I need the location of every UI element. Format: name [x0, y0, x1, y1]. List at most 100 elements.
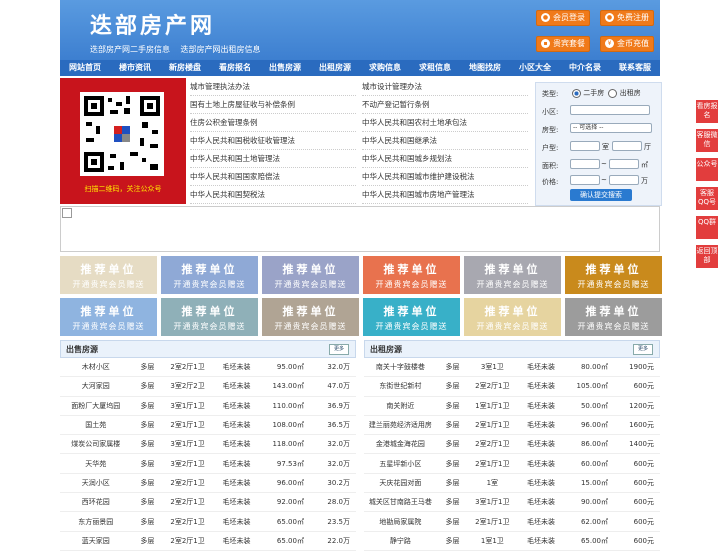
community-input[interactable]: [570, 105, 650, 115]
law-link[interactable]: 中华人民共和国国家赔偿法: [190, 168, 356, 186]
listing-name-link[interactable]: 天润小区: [60, 473, 132, 494]
promo-tile[interactable]: 推荐单位 开通贵宾会员赠送: [565, 298, 662, 336]
law-link[interactable]: 城市管理执法办法: [190, 78, 356, 96]
promo-tile[interactable]: 推荐单位 开通贵宾会员赠送: [161, 298, 258, 336]
table-row[interactable]: 面粉厂大厦坞园 多层 3室1厅1卫 毛坯未装 110.00㎡ 36.9万: [60, 396, 356, 416]
promo-tile[interactable]: 推荐单位 开通贵宾会员赠送: [363, 256, 460, 294]
vip-package-button[interactable]: ▪ 贵宾套餐: [536, 36, 590, 52]
table-row[interactable]: 天庆花园对面 多层 1室 毛坯未装 15.00㎡ 600元: [364, 473, 660, 494]
listing-name-link[interactable]: 天华苑: [60, 453, 132, 474]
register-button[interactable]: ● 免费注册: [600, 10, 654, 26]
law-link[interactable]: 中华人民共和国土地管理法: [190, 150, 356, 168]
law-link[interactable]: 住房公积金管理条例: [190, 114, 356, 132]
member-login-button[interactable]: ● 会员登录: [536, 10, 590, 26]
nav-item[interactable]: 新房楼盘: [160, 60, 210, 76]
table-row[interactable]: 南关十字鼓楼巷 多层 3室1卫 毛坯未装 80.00㎡ 1900元: [364, 358, 660, 378]
table-row[interactable]: 南关附近 多层 1室1厅1卫 毛坯未装 50.00㎡ 1200元: [364, 396, 660, 416]
law-link[interactable]: 中华人民共和国继承法: [362, 132, 528, 150]
coin-recharge-button[interactable]: ¥ 金币充值: [600, 36, 654, 52]
table-row[interactable]: 城关区甘南路王马巷 多层 3室1厅1卫 毛坯未装 90.00㎡ 600元: [364, 492, 660, 513]
table-row[interactable]: 木材小区 多层 2室2厅1卫 毛坯未装 95.00㎡ 32.0万: [60, 358, 356, 378]
table-row[interactable]: 五星坪新小区 多层 2室1厅1卫 毛坯未装 60.00㎡ 600元: [364, 453, 660, 474]
table-row[interactable]: 建兰丽苑经济适用房 多层 2室1厅1卫 毛坯未装 96.00㎡ 1600元: [364, 415, 660, 436]
promo-tile[interactable]: 推荐单位 开通贵宾会员赠送: [464, 256, 561, 294]
nav-item[interactable]: 看房报名: [210, 60, 260, 76]
promo-tile[interactable]: 推荐单位 开通贵宾会员赠送: [464, 298, 561, 336]
listing-name-link[interactable]: 金港城金海花园: [364, 434, 437, 455]
search-submit-button[interactable]: 确认提交搜索: [570, 189, 632, 201]
table-row[interactable]: 东街世纪新村 多层 2室2厅1卫 毛坯未装 105.00㎡ 600元: [364, 376, 660, 397]
nav-item[interactable]: 楼市资讯: [110, 60, 160, 76]
listing-name-link[interactable]: 大河家园: [60, 376, 132, 397]
promo-tile[interactable]: 推荐单位 开通贵宾会员赠送: [565, 256, 662, 294]
law-link[interactable]: 不动产登记暂行条例: [362, 96, 528, 114]
law-link[interactable]: 国有土地上房屋征收与补偿条例: [190, 96, 356, 114]
promo-tile[interactable]: 推荐单位 开通贵宾会员赠送: [262, 256, 359, 294]
listing-name-link[interactable]: 西环花园: [60, 492, 132, 513]
listing-name-link[interactable]: 国土苑: [60, 415, 132, 436]
law-link[interactable]: 中华人民共和国城市维护建设税法: [362, 168, 528, 186]
housetype-select[interactable]: -- 可选择 --: [570, 123, 652, 133]
table-row[interactable]: 国土苑 多层 2室1厅1卫 毛坯未装 108.00㎡ 36.5万: [60, 415, 356, 436]
listing-name-link[interactable]: 五星坪新小区: [364, 453, 437, 474]
law-link[interactable]: 中华人民共和国契税法: [190, 186, 356, 204]
nav-item[interactable]: 小区大全: [510, 60, 560, 76]
table-row[interactable]: 煤炭公司家属楼 多层 3室1厅1卫 毛坯未装 118.00㎡ 32.0万: [60, 434, 356, 455]
table-row[interactable]: 东方丽景园 多层 2室2厅1卫 毛坯未装 65.00㎡ 23.5万: [60, 511, 356, 532]
site-logo[interactable]: 迭部房产网: [90, 8, 215, 40]
tagline-rent-link[interactable]: 迭部房产网出租房信息: [181, 45, 261, 54]
promo-tile[interactable]: 推荐单位 开通贵宾会员赠送: [60, 298, 157, 336]
listing-name-link[interactable]: 木材小区: [60, 358, 132, 378]
promo-tile[interactable]: 推荐单位 开通贵宾会员赠送: [161, 256, 258, 294]
law-link[interactable]: 中华人民共和国城乡规划法: [362, 150, 528, 168]
banner-image-broken[interactable]: [60, 206, 660, 252]
listing-name-link[interactable]: 东方丽景园: [60, 511, 132, 532]
promo-tile[interactable]: 推荐单位 开通贵宾会员赠送: [262, 298, 359, 336]
side-qq-button[interactable]: 客服QQ号: [696, 187, 718, 210]
price-min-input[interactable]: [570, 175, 600, 185]
law-link[interactable]: 中华人民共和国城市房地产管理法: [362, 186, 528, 204]
side-qq-group-button[interactable]: QQ群: [696, 216, 718, 239]
listing-name-link[interactable]: 静宁路: [364, 531, 437, 551]
nav-item[interactable]: 网站首页: [60, 60, 110, 76]
nav-item[interactable]: 中介名录: [560, 60, 610, 76]
tagline-sale-link[interactable]: 迭部房产网二手房信息: [90, 45, 170, 54]
nav-item[interactable]: 出租房源: [310, 60, 360, 76]
listing-name-link[interactable]: 城关区甘南路王马巷: [364, 492, 437, 513]
law-link[interactable]: 中华人民共和国农村土地承包法: [362, 114, 528, 132]
side-visit-signup-button[interactable]: 看房报名: [696, 100, 718, 123]
radio-rent[interactable]: [608, 88, 618, 98]
radio-sale[interactable]: [572, 88, 581, 98]
nav-item[interactable]: 地图找房: [460, 60, 510, 76]
sale-more-button[interactable]: 更多: [329, 344, 349, 355]
listing-name-link[interactable]: 南关十字鼓楼巷: [364, 358, 437, 378]
listing-name-link[interactable]: 天庆花园对面: [364, 473, 437, 494]
listing-name-link[interactable]: 南关附近: [364, 396, 437, 416]
area-min-input[interactable]: [570, 159, 600, 169]
side-official-account-button[interactable]: 公众号: [696, 158, 718, 181]
law-link[interactable]: 城市设计管理办法: [362, 78, 528, 96]
table-row[interactable]: 天华苑 多层 3室2厅1卫 毛坯未装 97.53㎡ 32.0万: [60, 453, 356, 474]
table-row[interactable]: 天润小区 多层 2室2厅1卫 毛坯未装 96.00㎡ 30.2万: [60, 473, 356, 494]
promo-tile[interactable]: 推荐单位 开通贵宾会员赠送: [60, 256, 157, 294]
listing-name-link[interactable]: 地勘局家属院: [364, 511, 437, 532]
side-back-to-top-button[interactable]: 返回顶部: [696, 245, 718, 268]
room-select[interactable]: [570, 141, 600, 151]
law-link[interactable]: 中华人民共和国税收征收管理法: [190, 132, 356, 150]
nav-item[interactable]: 求租信息: [410, 60, 460, 76]
table-row[interactable]: 金港城金海花园 多层 2室2厅1卫 毛坯未装 86.00㎡ 1400元: [364, 434, 660, 455]
nav-item[interactable]: 求购信息: [360, 60, 410, 76]
nav-item[interactable]: 联系客服: [610, 60, 660, 76]
area-max-input[interactable]: [609, 159, 639, 169]
table-row[interactable]: 地勘局家属院 多层 2室1厅1卫 毛坯未装 62.00㎡ 600元: [364, 511, 660, 532]
listing-name-link[interactable]: 煤炭公司家属楼: [60, 434, 132, 455]
promo-tile[interactable]: 推荐单位 开通贵宾会员赠送: [363, 298, 460, 336]
table-row[interactable]: 静宁路 多层 1室1卫 毛坯未装 65.00㎡ 600元: [364, 531, 660, 551]
rent-more-button[interactable]: 更多: [633, 344, 653, 355]
hall-select[interactable]: [612, 141, 642, 151]
price-max-input[interactable]: [609, 175, 639, 185]
listing-name-link[interactable]: 蓝天家园: [60, 531, 132, 551]
table-row[interactable]: 蓝天家园 多层 2室2厅1卫 毛坯未装 65.00㎡ 22.0万: [60, 531, 356, 551]
listing-name-link[interactable]: 面粉厂大厦坞园: [60, 396, 132, 416]
table-row[interactable]: 西环花园 多层 2室2厅1卫 毛坯未装 92.00㎡ 28.0万: [60, 492, 356, 513]
